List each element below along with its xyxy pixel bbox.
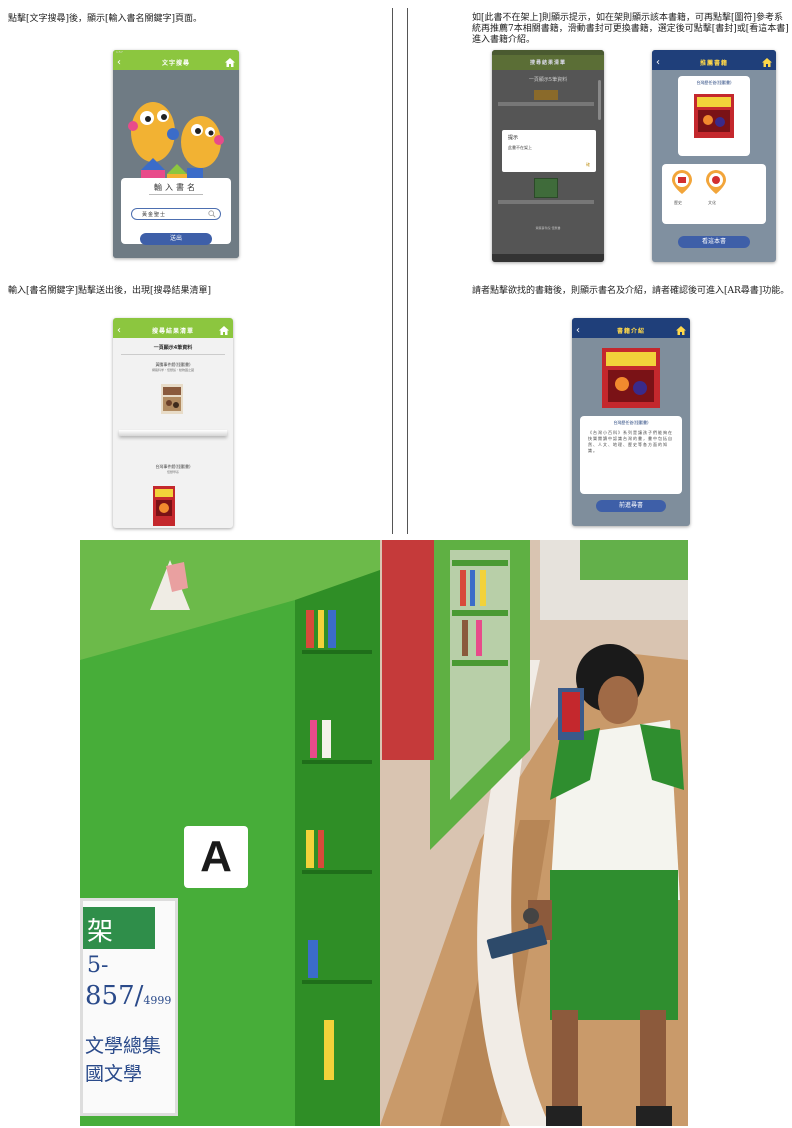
culture-label: 文化 (708, 200, 716, 205)
dialog-body: 此書不在架上 (508, 145, 532, 150)
status-time: 1:57 (116, 50, 123, 54)
count-divider (121, 354, 225, 355)
book-cover (602, 348, 660, 408)
home-icon[interactable] (225, 58, 235, 67)
app-bar: ‹ 推薦書籍 (652, 55, 776, 70)
go-find-book-button[interactable]: 前進尋書 (596, 500, 666, 512)
column-divider-left (392, 8, 393, 534)
alert-dialog: 提示 此書不在架上 確 (502, 130, 596, 172)
app-bar: 搜尋結果清單 (492, 55, 604, 70)
book-thumb-top (534, 90, 558, 100)
history-category-icon[interactable] (672, 170, 692, 194)
footer-text: 黃騰事件館 怪獸書 (535, 226, 561, 230)
screen-title: 搜尋結果清單 (151, 328, 194, 335)
screen-title: 搜尋結果清單 (529, 60, 566, 66)
scrollbar[interactable] (598, 80, 601, 120)
book-cover[interactable] (694, 94, 734, 138)
screenshot-search-results: ‹ 搜尋結果清單 一頁顯示4筆資料 黃騰事件館(怪獸書) 網路科学・怪獸館・動物… (113, 318, 233, 528)
back-icon[interactable]: ‹ (117, 55, 121, 70)
home-icon[interactable] (676, 326, 686, 335)
dialog-ok-button[interactable]: 確 (586, 162, 590, 168)
history-label: 歷史 (674, 200, 682, 205)
shelf (119, 430, 227, 436)
search-input[interactable]: 黃金聖士 (131, 208, 221, 220)
screenshot-text-search: 1:57 ‹ 文字搜尋 輸入書名 黃金聖士 送出 (113, 50, 239, 258)
app-bar: ‹ 文字搜尋 (113, 55, 239, 70)
shelf-sign: 架 5- 857/4999 文學總集 國文學 (80, 898, 178, 1116)
back-icon[interactable]: ‹ (576, 323, 580, 338)
shelf-sign-line4: 文學總集 (85, 1035, 162, 1057)
shelf-sign-line5: 國文學 (85, 1063, 143, 1085)
column-divider-right (407, 8, 408, 534)
result-item-1-sub: 網路科学・怪獸館・動物園之國 (151, 368, 194, 372)
result-count: 一頁顯示5筆資料 (528, 77, 568, 83)
prompt-underline (149, 194, 203, 195)
result-item-1-cover[interactable] (161, 384, 183, 414)
screenshot-recommended: ‹ 推薦書籍 台灣歷任爸(怪獸書) 歷史 文化 看這本書 (652, 50, 776, 262)
shelf-top (498, 102, 594, 106)
result-item-2-cover[interactable] (153, 486, 175, 526)
caption-mid-right: 請者點擊欲找的書籍後，則顯示書名及介紹，請者確認後可進入[AR尋書]功能。 (472, 286, 790, 296)
caption-mid-left: 輸入[書名關鍵字]點擊送出後，出現[搜尋結果清單] (8, 286, 212, 296)
culture-category-icon[interactable] (706, 170, 726, 194)
home-icon[interactable] (219, 326, 229, 335)
shelf-bottom (498, 200, 594, 204)
book-title: 台灣歷任爸(怪獸書) (613, 420, 649, 425)
shelf-letter-label: A (184, 826, 248, 888)
result-item-2-sub: 怪獸學系 (166, 470, 179, 474)
category-card: 歷史 文化 (662, 164, 766, 224)
shelf-letter: A (200, 832, 232, 881)
android-nav-bar (492, 254, 604, 262)
book-title: 台灣歷任爸(怪獸書) (696, 80, 732, 85)
book-thumb-bottom (534, 178, 558, 198)
search-icon[interactable] (208, 210, 216, 218)
back-icon[interactable]: ‹ (656, 55, 660, 70)
library-photo: A 架 5- 857/4999 文學總集 國文學 (80, 540, 688, 1126)
screen-title: 推薦書籍 (699, 60, 728, 67)
screenshot-not-on-shelf: 搜尋結果清單 一頁顯示5筆資料 提示 此書不在架上 確 黃騰事件館 怪獸書 (492, 50, 604, 262)
home-icon[interactable] (762, 58, 772, 67)
screen-title: 文字搜尋 (161, 60, 190, 67)
search-prompt: 輸入書名 (154, 183, 198, 192)
shelf-sign-line2: 5- (87, 953, 109, 978)
caption-top-right: 如[此書不在架上]則顯示提示，如在架則顯示該本書籍，可再點擊[圖符]參考系統再推… (472, 13, 789, 45)
document-page: 點擊[文字搜尋]後，顯示[輸入書名關鍵字]頁面。 如[此書不在架上]則顯示提示，… (0, 0, 792, 1128)
book-description: 《台灣小百科》系列是讓孩子們能夠在快樂閱讀中認識台灣的書，書中包括自然、人文、地… (588, 430, 673, 453)
view-book-button[interactable]: 看這本書 (678, 236, 750, 248)
search-input-value: 黃金聖士 (142, 212, 167, 218)
app-bar: ‹ 書籍介紹 (572, 323, 690, 338)
shelf-sign-line3: 857/4999 (85, 981, 171, 1011)
screenshot-book-intro: ‹ 書籍介紹 台灣歷任爸(怪獸書) 《台灣小百科》系列是讓孩子們能夠在快樂閱讀中… (572, 318, 690, 526)
screen-title: 書籍介紹 (616, 328, 645, 335)
back-icon[interactable]: ‹ (117, 323, 121, 338)
shelf-sign-line3-text: 857/ (85, 981, 144, 1011)
book-card: 台灣歷任爸(怪獸書) (678, 76, 750, 156)
shelf-sign-line1: 架 (87, 917, 114, 947)
caption-top-left: 點擊[文字搜尋]後，顯示[輸入書名關鍵字]頁面。 (8, 14, 203, 24)
app-bar: ‹ 搜尋結果清單 (113, 323, 233, 338)
shelf-sign-small: 4999 (143, 994, 172, 1007)
result-count: 一頁顯示4筆資料 (153, 345, 193, 351)
dialog-title: 提示 (508, 135, 519, 141)
submit-button[interactable]: 送出 (140, 233, 212, 245)
intro-card: 台灣歷任爸(怪獸書) 《台灣小百科》系列是讓孩子們能夠在快樂閱讀中認識台灣的書，… (580, 416, 682, 494)
